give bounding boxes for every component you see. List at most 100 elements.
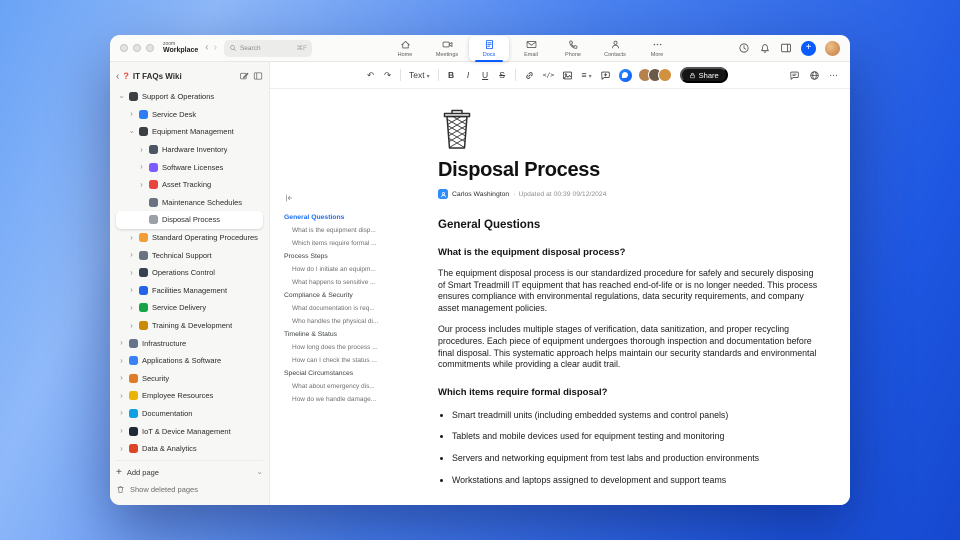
outline-item[interactable]: What documentation is req... [284,302,382,315]
outline-item[interactable]: Who handles the physical di... [284,315,382,328]
chevron-icon[interactable] [118,427,125,435]
outline-item[interactable]: What about emergency dis... [284,380,382,393]
sidebar-item[interactable]: Equipment Management [116,123,263,141]
sidebar-item[interactable]: Applications & Software [116,352,263,370]
sidebar-item[interactable]: Security [116,370,263,388]
panel-toggle-icon[interactable] [780,42,792,54]
compose-icon[interactable] [239,71,249,81]
strikethrough-button[interactable]: S [498,67,507,83]
outline-item[interactable]: General Questions [284,211,382,224]
chevron-icon[interactable] [118,339,125,347]
tab-phone[interactable]: Phone [553,36,593,61]
share-button[interactable]: Share [679,67,728,83]
chevron-icon[interactable] [118,409,125,417]
sidebar-item[interactable]: Service Desk [116,106,263,124]
more-options-button[interactable]: ⋯ [829,67,838,83]
sidebar-item[interactable]: Disposal Process [116,211,263,229]
chevron-icon[interactable] [118,374,125,382]
sidebar-back-button[interactable] [116,71,119,82]
chevron-icon[interactable] [138,146,145,154]
list-dropdown[interactable]: ≡ [581,70,591,80]
sidebar-item[interactable]: Documentation [116,405,263,423]
bullet-item[interactable]: Workstations and laptops assigned to dev… [452,475,822,487]
ai-companion-icon[interactable] [618,68,632,82]
outline-item[interactable]: How long does the process ... [284,341,382,354]
chevron-icon[interactable] [128,322,135,330]
chevron-icon[interactable] [128,110,135,118]
tab-more[interactable]: More [637,36,677,61]
redo-button[interactable]: ↷ [383,67,392,83]
chevron-icon[interactable] [128,128,136,135]
tab-email[interactable]: Email [511,36,551,61]
undo-button[interactable]: ↶ [366,67,375,83]
outline-item[interactable]: How do I initiate an equipm... [284,263,382,276]
sidebar-item[interactable]: Technical Support [116,246,263,264]
question-heading[interactable]: What is the equipment disposal process? [438,247,822,258]
user-avatar[interactable] [825,40,840,56]
outline-item[interactable]: Compliance & Security [284,289,382,302]
outline-item[interactable]: How do we handle damage... [284,393,382,406]
link-button[interactable] [524,67,535,83]
bullet-item[interactable]: Tablets and mobile devices used for equi… [452,431,822,443]
outline-item[interactable]: Timeline & Status [284,328,382,341]
sidebar-item[interactable]: Maintenance Schedules [116,194,263,212]
collapse-outline-button[interactable] [284,193,294,203]
minimize-window-button[interactable] [133,44,141,52]
outline-item[interactable]: Which items require formal ... [284,237,382,250]
sidebar-item[interactable]: Hardware Inventory [116,141,263,159]
sidebar-item[interactable]: Infrastructure [116,334,263,352]
close-window-button[interactable] [120,44,128,52]
bullet-item[interactable]: Smart treadmill units (including embedde… [452,410,822,422]
chevron-icon[interactable] [128,234,135,242]
section-heading[interactable]: General Questions [438,219,822,231]
outline-item[interactable]: What is the equipment disp... [284,224,382,237]
show-deleted-pages-button[interactable]: Show deleted pages [116,481,263,498]
doc-title[interactable]: Disposal Process [438,159,822,182]
global-search-input[interactable]: Search ⌘F [223,39,312,57]
sidebar-item[interactable]: Employee Resources [116,387,263,405]
italic-button[interactable]: I [464,67,473,83]
comments-icon[interactable] [789,70,800,81]
sidebar-item[interactable]: Software Licenses [116,158,263,176]
bell-icon[interactable] [759,42,771,54]
sidebar-item[interactable]: Operations Control [116,264,263,282]
sidebar-item[interactable]: Support & Operations [116,88,263,106]
chevron-icon[interactable] [138,181,145,189]
outline-item[interactable]: Special Circumstances [284,367,382,380]
doc-paragraph[interactable]: Our process includes multiple stages of … [438,324,822,370]
sidebar-item[interactable]: IoT & Device Management [116,422,263,440]
bold-button[interactable]: B [447,67,456,83]
doc-trash-emoji-icon[interactable] [438,107,476,151]
add-comment-button[interactable] [600,67,611,83]
underline-button[interactable]: U [481,67,490,83]
add-page-button[interactable]: + Add page [116,464,263,481]
clock-icon[interactable] [738,42,750,54]
chevron-icon[interactable] [128,251,135,259]
sidebar-item[interactable]: Standard Operating Procedures [116,229,263,247]
forward-button[interactable] [214,43,217,53]
outline-item[interactable]: What happens to sensitive ... [284,276,382,289]
image-button[interactable] [562,67,573,83]
sidebar-item[interactable]: Data & Analytics [116,440,263,458]
collapse-sidebar-icon[interactable] [253,71,263,81]
sidebar-item[interactable]: Facilities Management [116,282,263,300]
code-button[interactable]: </> [543,67,555,83]
text-style-dropdown[interactable]: Text [409,70,430,80]
chevron-icon[interactable] [118,392,125,400]
sidebar-item[interactable]: Asset Tracking [116,176,263,194]
tab-meetings[interactable]: Meetings [427,36,467,61]
question-heading[interactable]: Which items require formal disposal? [438,387,822,398]
chevron-icon[interactable] [118,357,125,365]
outline-item[interactable]: How can I check the status ... [284,354,382,367]
outline-item[interactable]: Process Steps [284,250,382,263]
chevron-icon[interactable] [128,304,135,312]
sidebar-item[interactable]: Service Delivery [116,299,263,317]
chevron-icon[interactable] [128,286,135,294]
tab-docs[interactable]: Docs [469,36,509,62]
maximize-window-button[interactable] [146,44,154,52]
new-item-button[interactable]: + [801,40,816,56]
bullet-item[interactable]: Servers and networking equipment from te… [452,453,822,465]
chevron-icon[interactable] [128,269,135,277]
chevron-icon[interactable] [118,93,126,100]
sidebar-item[interactable]: Training & Development [116,317,263,335]
